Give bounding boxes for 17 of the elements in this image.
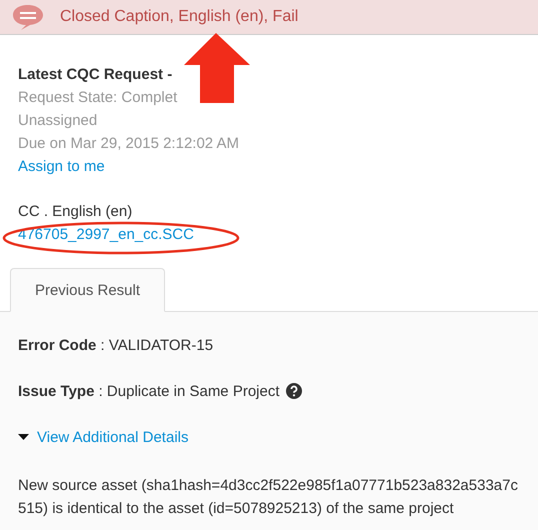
banner-title: Closed Caption, English (en), Fail xyxy=(60,8,298,26)
tab[interactable]: Previous Result xyxy=(10,268,165,312)
speech-bubble-icon xyxy=(12,3,44,31)
error-message: New source asset (sha1hash=4d3cc2f522e985f1a07771b523a832a533a7c515) is identical to the asset (id=5078925213) of the same project xyxy=(18,476,519,519)
assign-link[interactable]: Assign to me xyxy=(18,158,105,175)
file-label: CC . English (en) xyxy=(18,202,134,222)
request-title: Latest CQC Request - xyxy=(18,65,174,85)
caret-down-icon[interactable] xyxy=(18,434,29,440)
field-text: Issue Type : Duplicate in Same Project xyxy=(18,382,280,400)
file-link[interactable]: 476705_2997_en_cc.SCC xyxy=(18,226,194,243)
details-link[interactable]: View Additional Details xyxy=(37,428,188,446)
help-icon[interactable] xyxy=(286,383,302,399)
due-date: Due on Mar 29, 2015 2:12:02 AM xyxy=(18,134,240,154)
arrow-annotation xyxy=(184,33,250,103)
field-text: Error Code : VALIDATOR-15 xyxy=(18,336,214,354)
request-state: Request State: Complet xyxy=(18,88,178,108)
assignee-text: Unassigned xyxy=(18,111,98,131)
